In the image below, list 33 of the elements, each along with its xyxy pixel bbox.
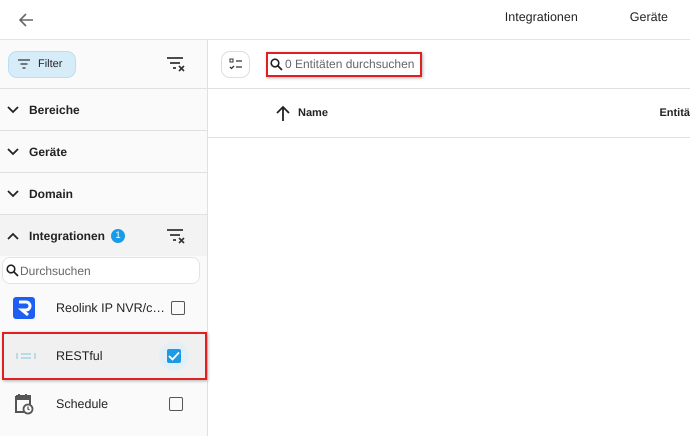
section-title[interactable]: Bereiche <box>29 102 80 116</box>
checkbox[interactable] <box>170 301 185 315</box>
filter-icon <box>18 59 30 69</box>
search-icon <box>6 264 19 277</box>
column-header[interactable]: Entitä <box>659 107 690 119</box>
checkbox[interactable] <box>169 397 183 411</box>
integration-name[interactable]: Reolink IP NVR/c… <box>56 301 165 315</box>
selection-mode-button[interactable] <box>221 50 250 78</box>
search-field[interactable]: 0 Entitäten durchsuchen <box>266 52 422 76</box>
chevron-icon[interactable] <box>7 106 19 114</box>
filter-button[interactable]: Filter <box>8 50 76 78</box>
clear-filter-icon[interactable] <box>167 228 185 244</box>
logo-icon <box>15 352 37 360</box>
chevron-icon[interactable] <box>7 190 19 198</box>
column-header[interactable]: Name <box>298 107 328 119</box>
checklist-icon <box>228 58 242 70</box>
calendar-clock-icon <box>14 393 34 415</box>
section-title[interactable]: Domain <box>29 186 74 200</box>
back-icon[interactable] <box>18 12 34 28</box>
tab[interactable]: Integrationen <box>478 0 604 40</box>
count-badge: 1 <box>111 228 126 242</box>
section-title[interactable]: Integrationen <box>29 228 106 242</box>
section-title[interactable]: Geräte <box>29 144 68 158</box>
chevron-icon[interactable] <box>7 232 19 240</box>
chevron-icon[interactable] <box>7 148 19 156</box>
integration-name[interactable]: RESTful <box>56 349 159 363</box>
logo-icon <box>13 297 35 319</box>
integration-name[interactable]: Schedule <box>56 397 161 411</box>
sort-arrow-icon[interactable] <box>276 105 290 121</box>
search-icon <box>270 58 283 70</box>
clear-filter-icon[interactable] <box>167 56 185 72</box>
tab[interactable]: Geräte <box>604 0 690 40</box>
checkbox[interactable] <box>167 349 181 363</box>
